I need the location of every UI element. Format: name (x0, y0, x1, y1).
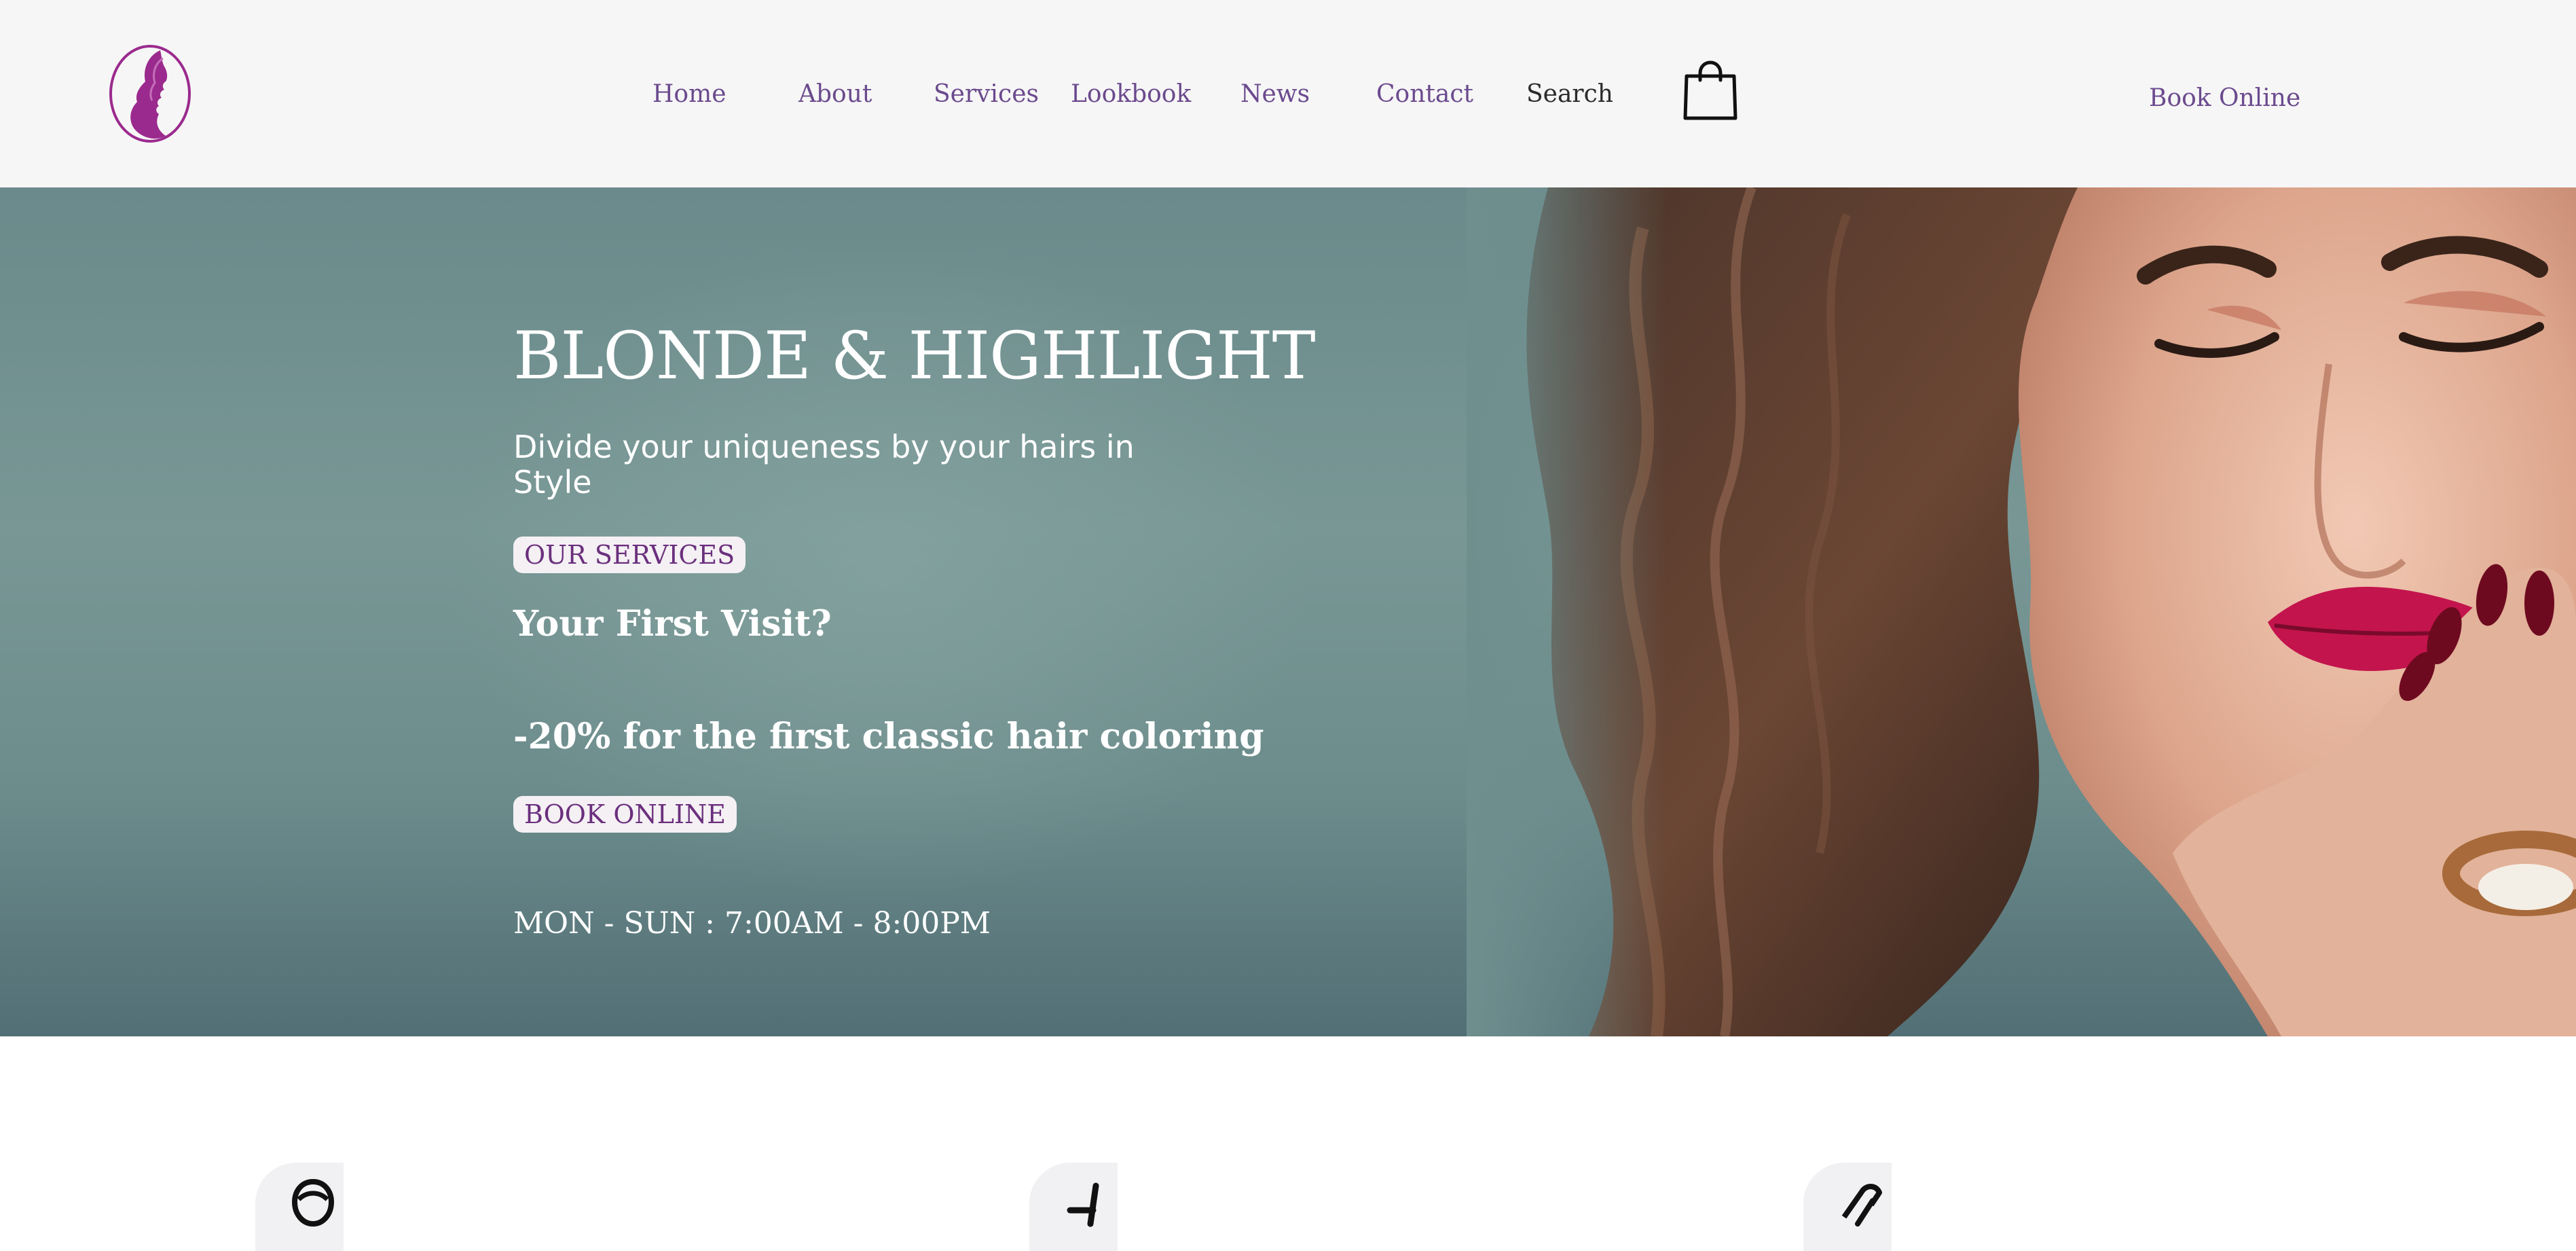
woman-portrait-photo (1467, 187, 2576, 1036)
nav-search[interactable]: Search (1526, 80, 1613, 108)
site-header: Home About Services Lookbook News Contac… (0, 0, 2576, 187)
our-services-button[interactable]: OUR SERVICES (513, 537, 746, 573)
opening-hours: MON - SUN : 7:00AM - 8:00PM (513, 906, 991, 941)
nav-lookbook[interactable]: Lookbook (1071, 80, 1191, 108)
nav-services[interactable]: Services (934, 80, 1039, 108)
hero-section: BLONDE & HIGHLIGHT Divide your uniquenes… (0, 187, 2576, 1036)
offer-heading: -20% for the first classic hair coloring (513, 716, 1264, 757)
hero-title: BLONDE & HIGHLIGHT (513, 318, 1316, 394)
nav-contact[interactable]: Contact (1376, 80, 1473, 108)
book-online-button[interactable]: BOOK ONLINE (513, 796, 737, 833)
salon-chair-icon (1067, 1182, 1099, 1227)
nav-home[interactable]: Home (652, 80, 726, 108)
feature-salon (255, 1163, 364, 1251)
feature-dryer (1803, 1163, 1912, 1251)
nav-about[interactable]: About (798, 80, 872, 108)
woman-profile-logo[interactable] (107, 43, 193, 144)
nav-news[interactable]: News (1240, 80, 1310, 108)
shopping-bag-icon[interactable] (1682, 60, 1738, 122)
salon-person-icon (291, 1178, 335, 1227)
first-visit-heading: Your First Visit? (513, 603, 832, 645)
hero-subtitle: Divide your uniqueness by your hairs in … (513, 429, 1135, 501)
hair-dryer-icon (1841, 1184, 1882, 1227)
book-online-link[interactable]: Book Online (2149, 84, 2300, 112)
feature-chair (1029, 1163, 1138, 1251)
